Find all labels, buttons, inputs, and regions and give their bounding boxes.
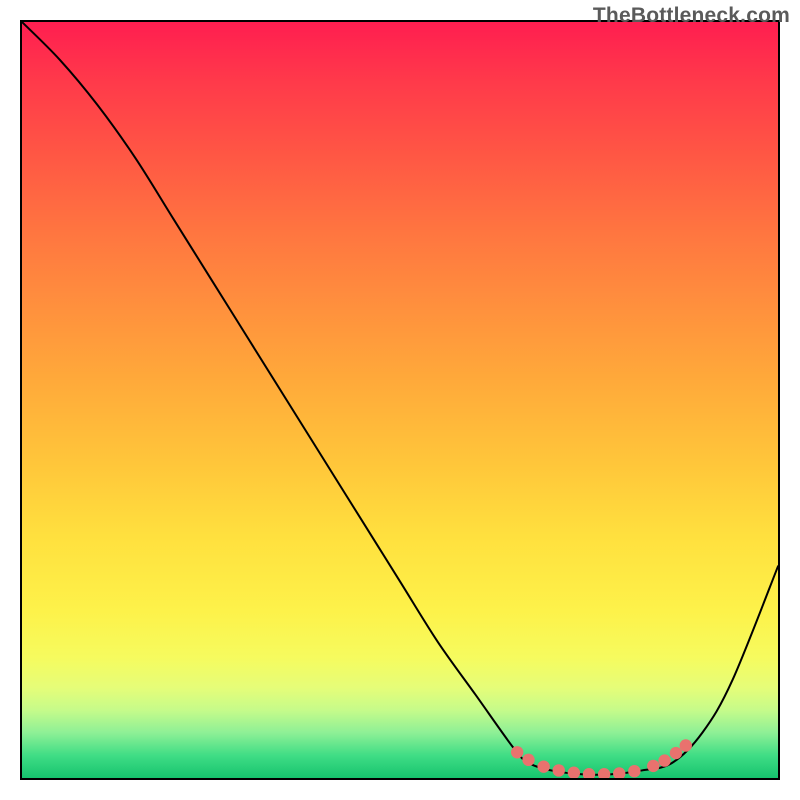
optimal-range-marker xyxy=(511,746,523,758)
watermark-text: TheBottleneck.com xyxy=(593,4,790,28)
optimal-range-marker xyxy=(537,760,549,772)
optimal-range-marker xyxy=(568,767,580,778)
optimal-range-marker xyxy=(658,754,670,766)
optimal-range-marker xyxy=(670,747,682,759)
optimal-range-marker xyxy=(522,754,534,766)
optimal-range-marker xyxy=(680,739,692,751)
optimal-range-markers xyxy=(511,739,692,778)
plot-area xyxy=(20,20,780,780)
bottleneck-curve-line xyxy=(22,22,778,775)
curve-svg xyxy=(22,22,778,778)
optimal-range-marker xyxy=(553,764,565,776)
optimal-range-marker xyxy=(647,760,659,772)
optimal-range-marker xyxy=(598,768,610,778)
optimal-range-marker xyxy=(628,765,640,777)
optimal-range-marker xyxy=(613,767,625,778)
chart-container: TheBottleneck.com xyxy=(0,0,800,800)
optimal-range-marker xyxy=(583,768,595,778)
